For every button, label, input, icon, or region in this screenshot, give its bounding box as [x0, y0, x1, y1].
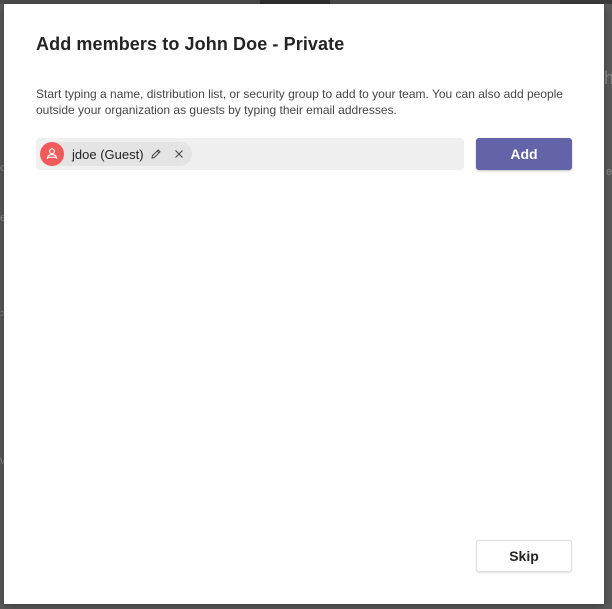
guest-user-icon [40, 142, 64, 166]
background-glyph: e [606, 166, 612, 178]
add-members-dialog: Add members to John Doe - Private Start … [4, 4, 604, 604]
background-glyph: h [604, 68, 612, 88]
remove-member-close-icon[interactable] [174, 149, 184, 159]
edit-pencil-icon[interactable] [150, 148, 162, 160]
member-search-input[interactable]: jdoe (Guest) [36, 138, 464, 170]
add-button[interactable]: Add [476, 138, 572, 170]
dialog-title: Add members to John Doe - Private [36, 34, 345, 54]
skip-button[interactable]: Skip [476, 540, 572, 572]
dialog-description: Start typing a name, distribution list, … [36, 87, 563, 117]
selected-member-pill[interactable]: jdoe (Guest) [40, 142, 192, 166]
selected-member-label: jdoe (Guest) [72, 146, 144, 162]
